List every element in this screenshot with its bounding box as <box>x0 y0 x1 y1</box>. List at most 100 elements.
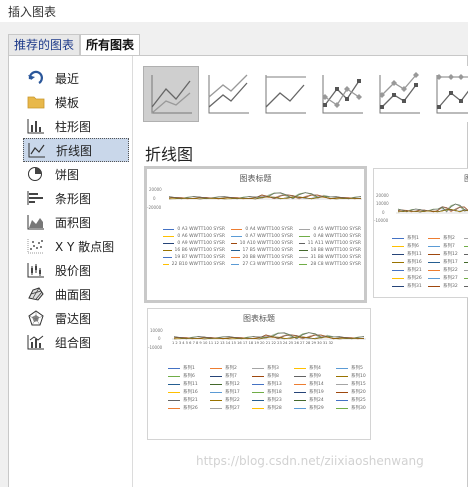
sidebar-item-radar[interactable]: 雷达图 <box>23 306 129 330</box>
x-tick-labels: 1 2 3 4 5 6 7 8 9 10 11 12 13 14 15 16 1… <box>172 341 333 345</box>
dialog-titlebar: 插入图表 <box>0 0 468 22</box>
legend-swatch <box>210 367 222 369</box>
legend-swatch <box>294 383 306 385</box>
sidebar-item-label: 曲面图 <box>55 287 92 302</box>
legend-label: 系列19 <box>309 390 324 395</box>
sidebar-item-scatter[interactable]: X Y 散点图 <box>23 234 129 258</box>
legend-swatch <box>392 237 404 239</box>
legend-item: 28 C8 WWTT100 SYSR <box>299 262 361 267</box>
legend-item: 系列33 <box>464 283 468 289</box>
preview-legend: 0 A3 WWTT100 SYSR 0 A4 WWTT100 SYSR 0 A5 W… <box>163 227 361 267</box>
legend-swatch <box>392 253 404 255</box>
sidebar-item-surface[interactable]: 曲面图 <box>23 282 129 306</box>
legend-label: 系列16 <box>183 390 198 395</box>
folder-icon <box>27 94 45 110</box>
legend-swatch <box>210 407 222 409</box>
legend-item: 系列25 <box>336 397 370 403</box>
subtype-100-stacked-line-with-markers[interactable] <box>428 66 468 122</box>
legend-item: 系列27 <box>428 275 458 281</box>
legend-label: 系列11 <box>183 382 198 387</box>
tab-all-charts[interactable]: 所有图表 <box>80 34 141 57</box>
legend-swatch <box>163 250 172 251</box>
legend-label: 系列2 <box>225 366 237 371</box>
legend-swatch <box>299 243 305 244</box>
preview-legend: 系列1 系列2 系列3 系列4 系列5 系列6 系列7 系列8 系列9 系列10 系列11 系列12 系… <box>168 365 370 411</box>
legend-item: 系列31 <box>392 283 422 289</box>
dialog-title: 插入图表 <box>8 5 57 19</box>
chart-preview-3[interactable]: 图表标题 10000 0 -10000 1 2 3 4 5 6 7 8 9 10… <box>147 308 371 440</box>
legend-swatch <box>168 375 180 377</box>
legend-label: 系列14 <box>309 382 324 387</box>
sidebar-item-column[interactable]: 柱形图 <box>23 114 129 138</box>
sidebar-item-line[interactable]: 折线图 <box>23 138 129 162</box>
sidebar-item-combo[interactable]: 组合图 <box>23 330 129 354</box>
chart-preview-1[interactable]: 图表标题 20000 0 -20000 0 A3 WWTT100 SYSR 0 A… <box>144 166 367 303</box>
sidebar-item-area[interactable]: 面积图 <box>23 210 129 234</box>
stock-chart-icon <box>27 262 45 278</box>
legend-item: 0 A3 WWTT100 SYSR <box>163 227 225 232</box>
legend-item: 系列2 <box>428 235 458 241</box>
legend-label: 系列7 <box>443 244 455 249</box>
legend-item: 系列21 <box>392 267 422 273</box>
legend-swatch <box>299 229 311 230</box>
insert-chart-dialog: 推荐的图表 所有图表 最近 模板 柱形图 折线图 饼图 条形图 面积图 X Y … <box>0 22 468 487</box>
legend-item: 系列10 <box>336 373 370 379</box>
legend-item: 系列7 <box>428 243 458 249</box>
legend-label: 19 B7 WWTT100 SYSR <box>174 255 225 260</box>
y-tick: 10000 <box>376 201 389 206</box>
y-tick: 0 <box>382 210 385 215</box>
legend-swatch <box>168 399 180 401</box>
surface-chart-icon <box>27 286 45 302</box>
subtype-100-stacked-line[interactable] <box>257 66 313 122</box>
tab-recommended-charts[interactable]: 推荐的图表 <box>8 34 81 56</box>
legend-item: 系列22 <box>428 267 458 273</box>
y-tick: 0 <box>158 336 161 341</box>
bar-chart-icon <box>27 190 45 206</box>
legend-item: 系列20 <box>336 389 370 395</box>
chart-preview-2[interactable]: 图 20000 10000 0 -10000 系列1系列2系列3系列6系列7系列… <box>373 168 468 298</box>
legend-label: 系列17 <box>443 260 458 265</box>
legend-item: 0 A8 WWTT100 SYSR <box>299 234 361 239</box>
legend-swatch <box>464 253 468 255</box>
sidebar-item-label: 雷达图 <box>55 311 92 326</box>
legend-label: 27 C3 WWTT100 SYSR <box>242 262 293 267</box>
sidebar-item-pie[interactable]: 饼图 <box>23 162 129 186</box>
legend-swatch <box>336 391 348 393</box>
legend-item: 系列11 <box>392 251 422 257</box>
legend-label: 0 A4 WWTT100 SYSR <box>245 227 293 232</box>
subtype-line-with-markers[interactable] <box>314 66 370 122</box>
sidebar-item-stock[interactable]: 股价图 <box>23 258 129 282</box>
y-tick: -10000 <box>374 218 389 223</box>
legend-swatch <box>252 375 264 377</box>
legend-label: 20 B8 WWTT100 SYSR <box>242 255 293 260</box>
legend-item: 系列12 <box>210 381 246 387</box>
legend-swatch <box>163 257 172 258</box>
column-chart-icon <box>27 118 45 134</box>
legend-label: 系列22 <box>225 398 240 403</box>
legend-swatch <box>252 367 264 369</box>
legend-item: 系列7 <box>210 373 246 379</box>
legend-swatch <box>392 245 404 247</box>
legend-swatch <box>428 253 440 255</box>
sidebar-item-recent[interactable]: 最近 <box>23 66 129 90</box>
subtype-stacked-line[interactable] <box>200 66 256 122</box>
legend-swatch <box>294 407 306 409</box>
legend-label: 系列18 <box>267 390 282 395</box>
chart-type-heading: 折线图 <box>145 145 194 164</box>
legend-swatch <box>163 229 175 230</box>
legend-label: 系列32 <box>443 284 458 289</box>
subtype-stacked-line-with-markers[interactable] <box>371 66 427 122</box>
sidebar-item-bar[interactable]: 条形图 <box>23 186 129 210</box>
legend-swatch <box>428 277 440 279</box>
legend-label: 0 A7 WWTT100 SYSR <box>245 234 293 239</box>
legend-item: 系列13 <box>464 251 468 257</box>
legend-label: 28 C8 WWTT100 SYSR <box>310 262 361 267</box>
subtype-line[interactable] <box>143 66 199 122</box>
legend-item: 11 A11 WWTT100 SYSR <box>299 241 361 246</box>
legend-label: 系列6 <box>183 374 195 379</box>
legend-label: 31 B8 WWTT100 SYSR <box>310 255 361 260</box>
legend-swatch <box>464 285 468 287</box>
legend-swatch <box>392 277 404 279</box>
legend-label: 0 A3 WWTT100 SYSR <box>177 227 225 232</box>
sidebar-item-templates[interactable]: 模板 <box>23 90 129 114</box>
